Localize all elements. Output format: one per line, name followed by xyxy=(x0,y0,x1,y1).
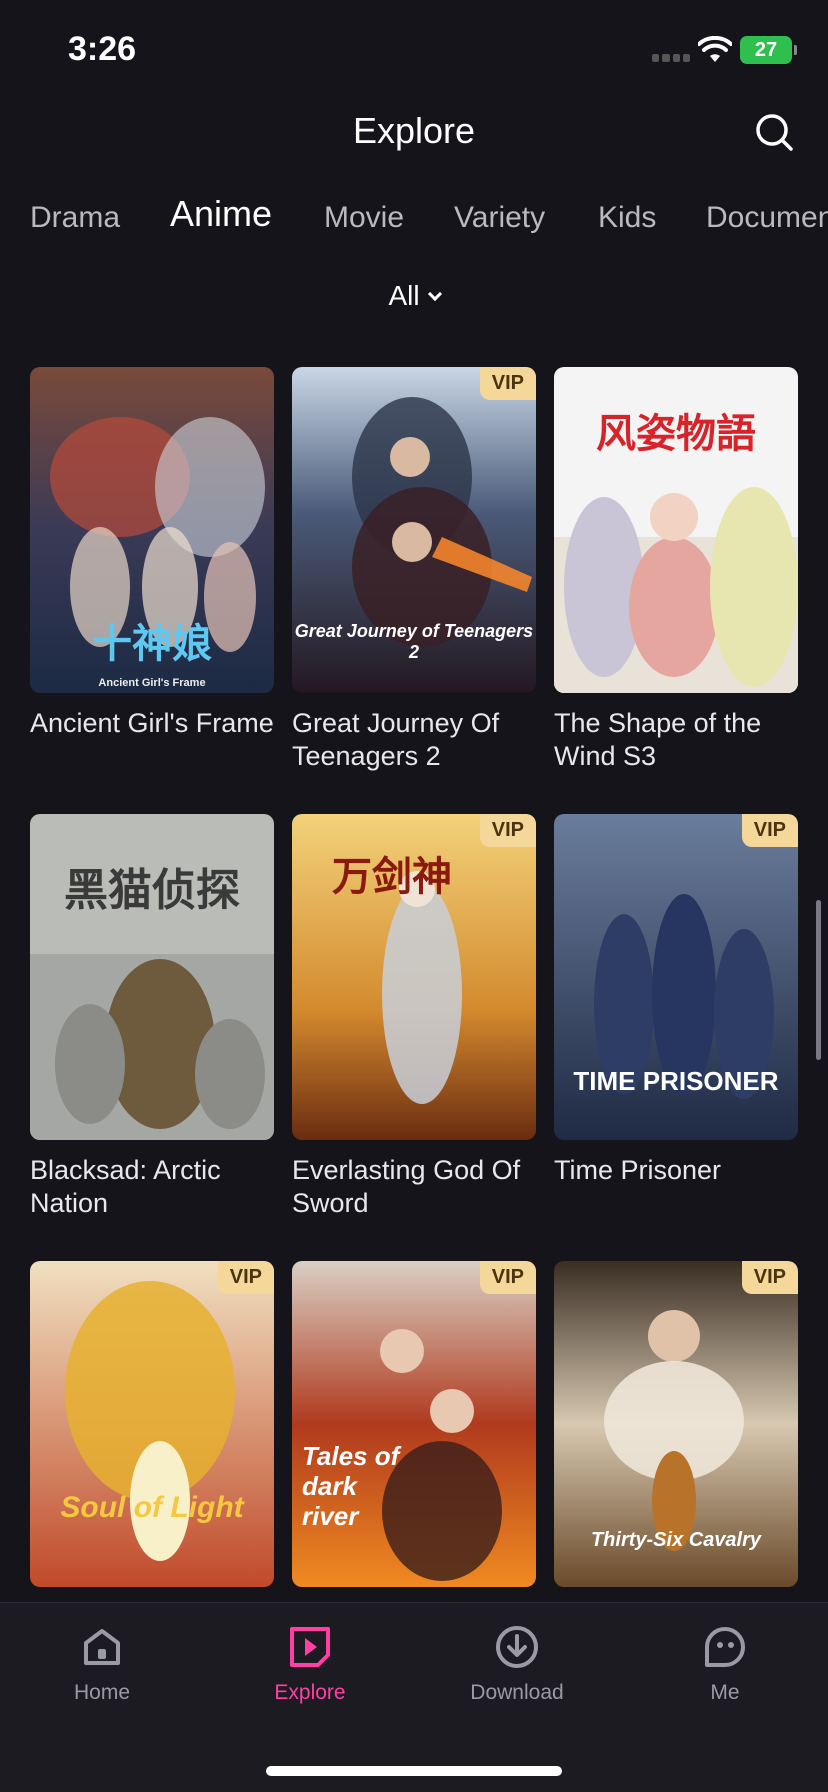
me-icon xyxy=(705,1627,745,1667)
vip-badge: VIP xyxy=(741,1261,798,1294)
home-indicator xyxy=(266,1766,562,1776)
vip-badge: VIP xyxy=(217,1261,274,1294)
scrollbar[interactable] xyxy=(816,900,821,1060)
content-card[interactable]: Thirty-Six Cavalry VIP xyxy=(554,1261,798,1587)
vip-badge: VIP xyxy=(479,367,536,400)
poster-caption: 黑猫侦探 xyxy=(64,866,240,915)
poster-caption: 风姿物語 xyxy=(596,412,756,456)
poster-caption: Soul of Light xyxy=(60,1491,244,1524)
card-title: Ancient Girl's Frame xyxy=(30,708,274,738)
nav-item-explore[interactable]: Explore xyxy=(230,1623,390,1705)
content-card[interactable]: Soul of Light VIP xyxy=(30,1261,274,1587)
category-tabs: Drama Anime Movie Variety Kids Documen xyxy=(0,196,828,256)
explore-icon xyxy=(290,1627,330,1667)
page-title: Explore xyxy=(352,110,476,151)
status-time: 3:26 xyxy=(68,30,137,68)
chevron-down-icon xyxy=(427,286,442,302)
filter-dropdown[interactable]: All xyxy=(0,280,828,312)
poster-image: Tales of dark river VIP xyxy=(292,1261,536,1587)
status-bar: 3:26 27 xyxy=(0,0,828,100)
poster-image: 风姿物語 xyxy=(554,367,798,693)
card-title: Everlasting God Of Sword xyxy=(292,1155,521,1218)
tab-kids[interactable]: Kids xyxy=(598,196,656,240)
card-title: Time Prisoner xyxy=(554,1155,722,1185)
svg-text:十神娘: 十神娘 xyxy=(92,621,212,667)
poster-caption: 万剑神 xyxy=(332,855,452,899)
content-card[interactable]: 风姿物語 The Shape of the Wind S3 xyxy=(554,367,798,773)
content-card[interactable]: Great Journey of Teenagers 2 VIP Great J… xyxy=(292,367,536,773)
card-title: Blacksad: Arctic Nation xyxy=(30,1155,221,1218)
tab-anime[interactable]: Anime xyxy=(170,196,272,236)
tab-drama[interactable]: Drama xyxy=(30,196,120,240)
signal-icon xyxy=(652,54,690,62)
poster-caption: Great Journey of Teenagers 2 xyxy=(294,621,534,662)
search-icon[interactable] xyxy=(754,112,794,152)
nav-item-home[interactable]: Home xyxy=(22,1623,182,1705)
poster-caption: Tales of dark river xyxy=(302,1441,400,1531)
nav-label: Explore xyxy=(274,1681,346,1704)
poster-image: Soul of Light VIP xyxy=(30,1261,274,1587)
poster-image: 十神娘 Ancient Girl's Frame xyxy=(30,367,274,693)
content-card[interactable]: Tales of dark river VIP xyxy=(292,1261,536,1587)
tab-documentary[interactable]: Documen xyxy=(706,196,828,240)
battery-icon: 27 xyxy=(740,36,797,64)
poster-caption: Thirty-Six Cavalry xyxy=(590,1529,762,1551)
poster-caption: Ancient Girl's Frame xyxy=(98,677,206,689)
filter-label: All xyxy=(388,280,420,311)
nav-label: Home xyxy=(73,1681,131,1704)
content-card[interactable]: 十神娘 Ancient Girl's Frame Ancient Girl's … xyxy=(30,367,274,740)
bottom-nav: Home Explore Download Me xyxy=(0,1602,828,1792)
card-title: Great Journey Of Teenagers 2 xyxy=(292,708,500,771)
nav-item-download[interactable]: Download xyxy=(437,1623,597,1705)
content-card[interactable]: TIME PRISONER VIP Time Prisoner xyxy=(554,814,798,1187)
download-icon xyxy=(496,1626,538,1668)
content-card[interactable]: 黑猫侦探 Blacksad: Arctic Nation xyxy=(30,814,274,1220)
home-icon xyxy=(84,1629,120,1665)
poster-image: 黑猫侦探 xyxy=(30,814,274,1140)
poster-caption: TIME PRISONER xyxy=(573,1066,779,1096)
content-card[interactable]: 万剑神 VIP Everlasting God Of Sword xyxy=(292,814,536,1220)
card-title: The Shape of the Wind S3 xyxy=(554,708,762,771)
vip-badge: VIP xyxy=(479,1261,536,1294)
nav-label: Me xyxy=(710,1681,740,1704)
tab-variety[interactable]: Variety xyxy=(454,196,545,240)
wifi-icon xyxy=(698,36,732,62)
vip-badge: VIP xyxy=(741,814,798,847)
tab-movie[interactable]: Movie xyxy=(324,196,404,240)
poster-image: 万剑神 VIP xyxy=(292,814,536,1140)
poster-image: Great Journey of Teenagers 2 VIP xyxy=(292,367,536,693)
nav-item-me[interactable]: Me xyxy=(645,1623,805,1705)
poster-image: TIME PRISONER VIP xyxy=(554,814,798,1140)
battery-level: 27 xyxy=(754,38,778,61)
vip-badge: VIP xyxy=(479,814,536,847)
poster-image: Thirty-Six Cavalry VIP xyxy=(554,1261,798,1587)
nav-label: Download xyxy=(470,1681,564,1704)
